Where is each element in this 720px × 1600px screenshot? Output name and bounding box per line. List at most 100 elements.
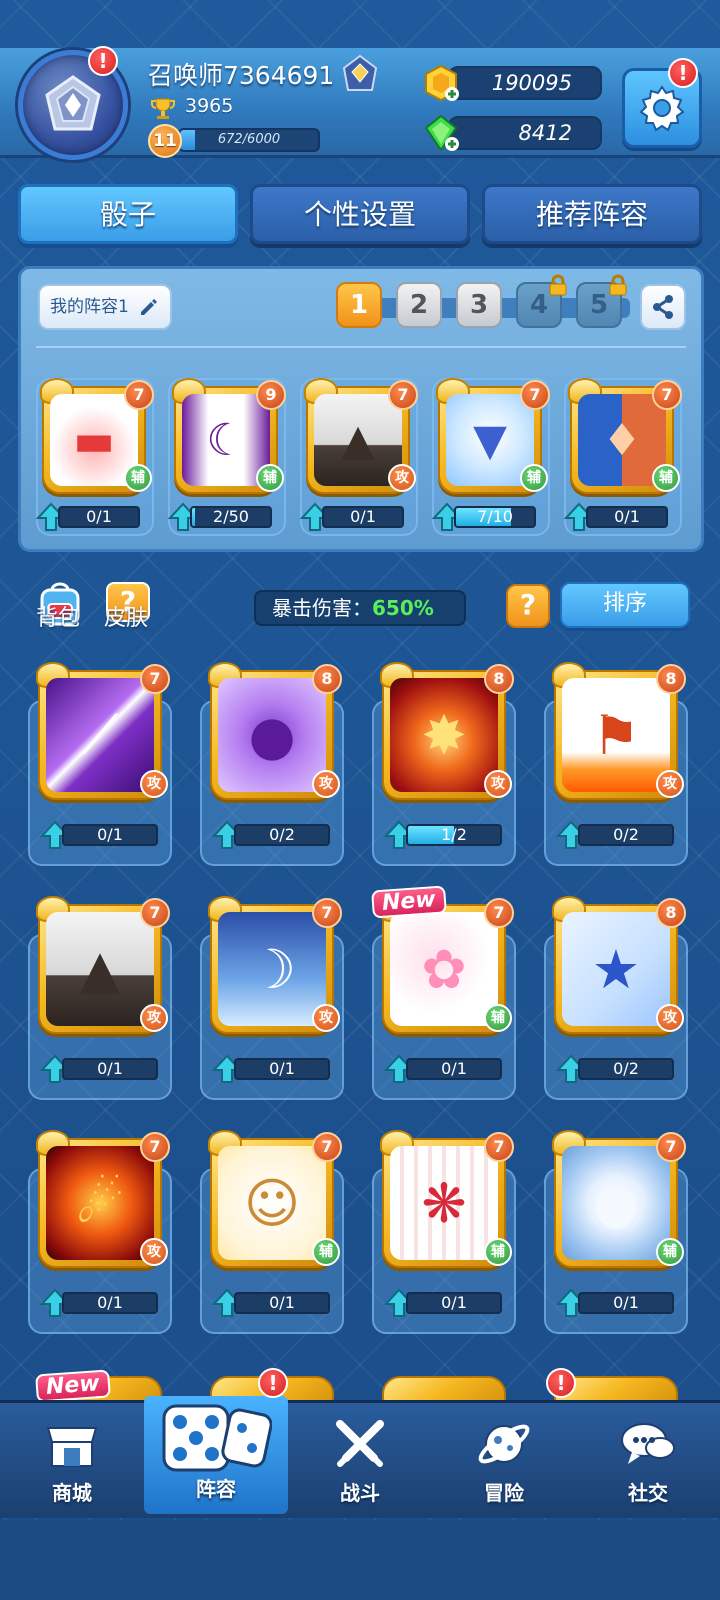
dice-level-badge: 7 [140, 1132, 170, 1162]
pencil-edit-icon [141, 299, 157, 315]
fire-dragon-dice-art-icon: ☄ [46, 1146, 154, 1260]
collection-dice-card[interactable]: ☺ 7 辅 0/1 [200, 1130, 344, 1334]
collection-dice-card[interactable]: ⟋ 7 攻 0/1 [28, 662, 172, 866]
trophy-icon [151, 98, 175, 119]
war-banner-dice-art-icon: ⚑ [562, 678, 670, 792]
upgrade-progress-text: 0/1 [269, 1293, 295, 1312]
nav-shop[interactable]: 商城 [0, 1400, 144, 1518]
xp-text: 672/6000 [217, 132, 281, 147]
dice-level-badge: 7 [312, 898, 342, 928]
deck-slot-3[interactable]: 3 [456, 282, 502, 328]
fire-claw-dice-art-icon: ✸ [390, 678, 498, 792]
bag-label: 背包 [36, 606, 81, 631]
chat-bubbles-icon [621, 1423, 675, 1464]
dice-level-badge: 7 [140, 898, 170, 928]
dice-level-badge: 7 [484, 1132, 514, 1162]
upgrade-progress-bar: 0/2 [234, 824, 330, 846]
tab-customization[interactable]: 个性设置 [250, 184, 470, 244]
purple-ghost-dice-art-icon: ● [218, 678, 326, 792]
collection-dice-card[interactable]: ★ 8 攻 0/2 [544, 896, 688, 1100]
upgrade-progress-text: 0/1 [97, 825, 123, 844]
upgrade-progress-text: 0/1 [350, 507, 376, 526]
player-name: 召唤师7364691 [148, 61, 335, 90]
deck-slot-4-label: 4 [529, 290, 549, 320]
upgrade-progress-bar: 0/1 [586, 506, 668, 528]
collection-dice-card[interactable]: ● 7 辅 0/1 [544, 1130, 688, 1334]
upgrade-progress-text: 0/1 [441, 1293, 467, 1312]
deck-slot-4[interactable]: 4 [516, 274, 567, 328]
collection-dice-card[interactable]: ❋ 7 辅 0/1 [372, 1130, 516, 1334]
tab-recommended-decks[interactable]: 推荐阵容 [482, 184, 702, 244]
upgrade-progress-text: 2/50 [213, 507, 249, 526]
shop-icon [46, 1427, 98, 1467]
tab-dice[interactable]: 骰子 [18, 184, 238, 244]
upgrade-progress-bar: 1/2 [406, 824, 502, 846]
collection-dice-card[interactable]: ✿ 7 辅 0/1 New [371, 885, 516, 1100]
upgrade-progress-text: 0/1 [614, 507, 640, 526]
nav-social-label: 社交 [628, 1481, 668, 1505]
deck-slot-dice-card[interactable]: ♦ 7 辅 0/1 [564, 378, 682, 536]
rank-emblem-icon [45, 75, 101, 131]
upgrade-progress-bar: 0/2 [578, 824, 674, 846]
new-tag: New [371, 885, 447, 919]
upgrade-progress-bar: 0/1 [58, 506, 140, 528]
gem-amount: 8412 [448, 116, 602, 150]
collection-dice-card[interactable]: ● 8 攻 0/2 [200, 662, 344, 866]
attack-type-badge: 攻 [140, 1004, 168, 1032]
gold-amount: 190095 [448, 66, 602, 100]
avatar-alert-badge: ! [88, 46, 118, 76]
nav-deck[interactable]: 阵容 [144, 1396, 288, 1514]
sort-button[interactable]: 排序 [560, 582, 690, 628]
dice-level-badge: 7 [484, 898, 514, 928]
support-type-badge: 辅 [520, 464, 548, 492]
support-type-badge: 辅 [484, 1004, 512, 1032]
nav-adventure[interactable]: 冒险 [432, 1400, 576, 1518]
settings-alert-badge: ! [668, 58, 698, 88]
upgrade-progress-bar: 0/2 [578, 1058, 674, 1080]
support-type-badge: 辅 [124, 464, 152, 492]
attack-type-badge: 攻 [388, 464, 416, 492]
dice-level-badge: 8 [656, 898, 686, 928]
collection-dice-card[interactable]: ☽ 7 攻 0/1 [200, 896, 344, 1100]
upgrade-progress-text: 0/2 [613, 825, 639, 844]
dice-level-badge: 7 [520, 380, 550, 410]
deck-slot-2[interactable]: 2 [396, 282, 442, 328]
deck-name-button[interactable]: 我的阵容1 [38, 284, 172, 330]
upgrade-progress-text: 0/1 [441, 1059, 467, 1078]
deck-slot-dice-card[interactable]: ▬ 7 辅 0/1 [36, 378, 154, 536]
player-level-badge: 11 [148, 124, 182, 158]
share-deck-button[interactable] [640, 284, 686, 330]
deck-slot-dice-card[interactable]: ▲ 7 攻 0/1 [300, 378, 418, 536]
upgrade-progress-bar: 2/50 [190, 506, 272, 528]
upgrade-progress-text: 0/1 [86, 507, 112, 526]
upgrade-progress-text: 0/2 [613, 1059, 639, 1078]
lock-icon [609, 274, 627, 296]
gold-coin-add-icon[interactable] [422, 64, 460, 102]
full-moon-dice-art-icon: ● [562, 1146, 670, 1260]
deck-slot-dice-card[interactable]: ☾ 9 辅 2/50 [168, 378, 286, 536]
collection-dice-card[interactable]: ▲ 7 攻 0/1 [28, 896, 172, 1100]
dice-level-badge: 7 [388, 380, 418, 410]
upgrade-progress-bar: 0/1 [406, 1292, 502, 1314]
green-gem-add-icon[interactable] [422, 114, 460, 152]
deck-slot-5[interactable]: 5 [576, 274, 627, 328]
adventure-nav-alert-badge: ! [546, 1368, 576, 1398]
collection-dice-card[interactable]: ☄ 7 攻 0/1 [28, 1130, 172, 1334]
nav-social[interactable]: 社交 [576, 1400, 720, 1518]
upgrade-progress-text: 0/1 [613, 1293, 639, 1312]
help-button[interactable]: ? [506, 584, 550, 628]
upgrade-progress-bar: 0/1 [234, 1058, 330, 1080]
deck-slot-1[interactable]: 1 [336, 282, 382, 328]
upgrade-progress-text: 0/2 [269, 825, 295, 844]
dice-level-badge: 7 [652, 380, 682, 410]
volcano-dice-art-icon: ▲ [46, 912, 154, 1026]
share-icon [653, 295, 673, 319]
collection-dice-card[interactable]: ⚑ 8 攻 0/2 [544, 662, 688, 866]
dice-level-badge: 8 [656, 664, 686, 694]
deck-slot-dice-card[interactable]: ▼ 7 辅 7/10 [432, 378, 550, 536]
dice-level-badge: 7 [140, 664, 170, 694]
collection-dice-card[interactable]: ✸ 8 攻 1/2 [372, 662, 516, 866]
nav-battle[interactable]: 战斗 [288, 1400, 432, 1518]
attack-type-badge: 攻 [484, 770, 512, 798]
support-type-badge: 辅 [312, 1238, 340, 1266]
